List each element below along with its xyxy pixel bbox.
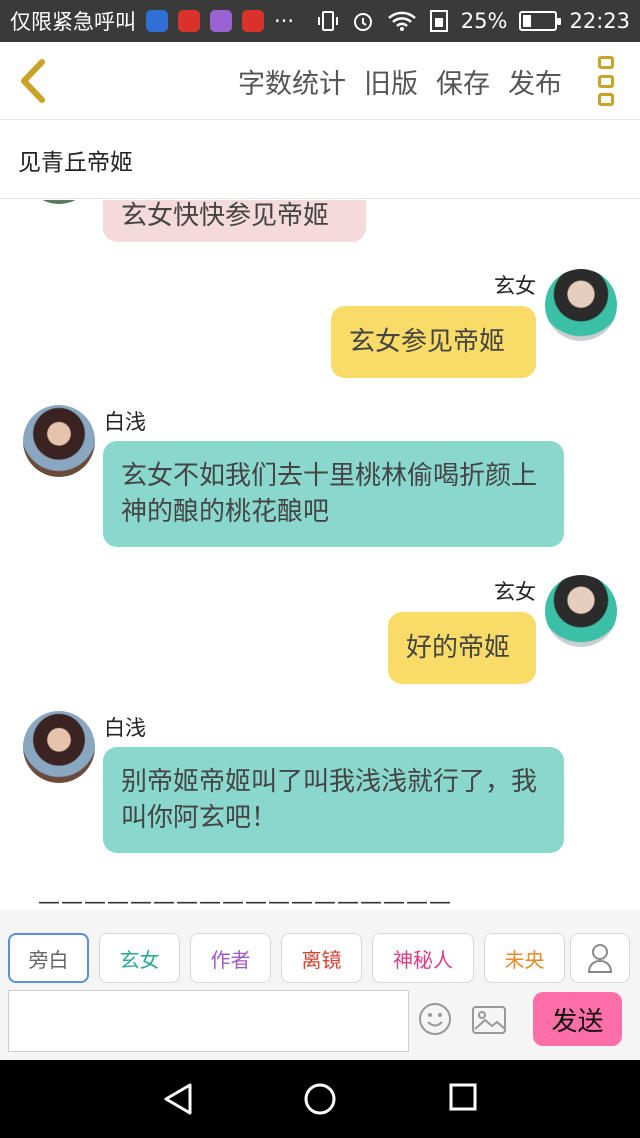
scene-separator: —————————————————— (38, 890, 452, 910)
message-bubble: 玄女快快参见帝姬 (103, 200, 366, 242)
message-text: 玄女不如我们去十里桃林偷喝折颜上神的酿的桃花酿吧 (121, 461, 538, 527)
role-label: 神秘人 (393, 947, 453, 972)
message-bubble: 好的帝姬 (388, 612, 536, 684)
message-text: 玄女快快参见帝姬 (121, 201, 330, 231)
speaker-name: 玄女 (494, 274, 536, 298)
app-red-icon (178, 10, 200, 32)
carrier-text: 仅限紧急呼叫 (10, 10, 136, 34)
back-arrow-icon[interactable] (16, 58, 50, 104)
editor-header: 字数统计 旧版 保存 发布 (0, 42, 640, 120)
more-menu-icon[interactable] (598, 56, 616, 106)
security-shield-icon (146, 10, 168, 32)
publish-button[interactable]: 发布 (508, 62, 562, 101)
avatar (23, 200, 95, 204)
role-chip-lijing[interactable]: 离镜 (281, 933, 362, 983)
clock: 22:23 (569, 9, 630, 33)
header-actions: 字数统计 旧版 保存 发布 (238, 42, 562, 120)
speaker-name: 玄女 (494, 580, 536, 604)
status-bar: 仅限紧急呼叫 ··· 25% 22:23 (0, 0, 640, 42)
save-button[interactable]: 保存 (436, 62, 490, 101)
message-text: 好的帝姬 (406, 633, 511, 663)
send-button[interactable]: 发送 (533, 992, 622, 1046)
back-triangle-icon[interactable] (162, 1082, 194, 1116)
speaker-name: 白浅 (104, 410, 146, 434)
sim-icon (429, 10, 448, 32)
message-input[interactable] (8, 990, 409, 1052)
message-bubble: 玄女不如我们去十里桃林偷喝折颜上神的酿的桃花酿吧 (103, 441, 564, 547)
role-chip-narration[interactable]: 旁白 (8, 933, 89, 983)
role-label: 未央 (504, 947, 545, 972)
role-label: 作者 (210, 947, 251, 972)
battery-icon (519, 11, 562, 31)
image-icon[interactable] (471, 1005, 507, 1035)
old-version-button[interactable]: 旧版 (364, 62, 418, 101)
more-notifications-icon: ··· (274, 9, 295, 33)
vibrate-icon (317, 11, 338, 31)
avatar-baiqian (23, 405, 95, 477)
word-count-button[interactable]: 字数统计 (238, 62, 346, 101)
story-title-text: 见青丘帝姬 (18, 149, 133, 176)
avatar-xuannv (545, 575, 617, 647)
message-text: 玄女参见帝姬 (349, 327, 506, 357)
role-chip-author[interactable]: 作者 (190, 933, 271, 983)
system-navigation-bar (0, 1060, 640, 1138)
role-chip-mystery[interactable]: 神秘人 (372, 933, 474, 983)
story-title[interactable]: 见青丘帝姬 (0, 121, 640, 199)
message-text: 别帝姬帝姬叫了叫我浅浅就行了，我叫你阿玄吧！ (121, 767, 538, 833)
emoji-icon[interactable] (418, 1002, 452, 1036)
avatar-baiqian (23, 711, 95, 783)
alarm-icon (353, 13, 372, 31)
compose-toolbar: 旁白 玄女 作者 离镜 神秘人 未央 发送 (0, 910, 640, 1060)
role-label: 离镜 (301, 947, 342, 972)
role-chip-xuannv[interactable]: 玄女 (99, 933, 180, 983)
speaker-name: 白浅 (104, 716, 146, 740)
role-selector: 旁白 玄女 作者 离镜 神秘人 未央 (8, 933, 565, 983)
add-role-button[interactable] (570, 933, 630, 983)
wifi-icon (387, 11, 416, 31)
role-chip-weiyang[interactable]: 未央 (484, 933, 565, 983)
app-red-icon-2 (242, 10, 264, 32)
role-label: 旁白 (28, 947, 69, 972)
recents-square-icon[interactable] (448, 1082, 478, 1112)
message-bubble: 别帝姬帝姬叫了叫我浅浅就行了，我叫你阿玄吧！ (103, 747, 564, 853)
battery-percent: 25% (460, 9, 508, 33)
role-label: 玄女 (119, 947, 160, 972)
gallery-purple-icon (210, 10, 232, 32)
message-bubble: 玄女参见帝姬 (331, 306, 536, 378)
user-icon (587, 944, 613, 973)
send-label: 发送 (551, 1006, 604, 1037)
notification-icons: ··· (146, 9, 294, 33)
chat-area[interactable]: 玄女快快参见帝姬 玄女 玄女参见帝姬 白浅 玄女不如我们去十里桃林偷喝折颜上神的… (0, 200, 640, 910)
avatar-xuannv (545, 269, 617, 341)
home-circle-icon[interactable] (303, 1082, 337, 1116)
